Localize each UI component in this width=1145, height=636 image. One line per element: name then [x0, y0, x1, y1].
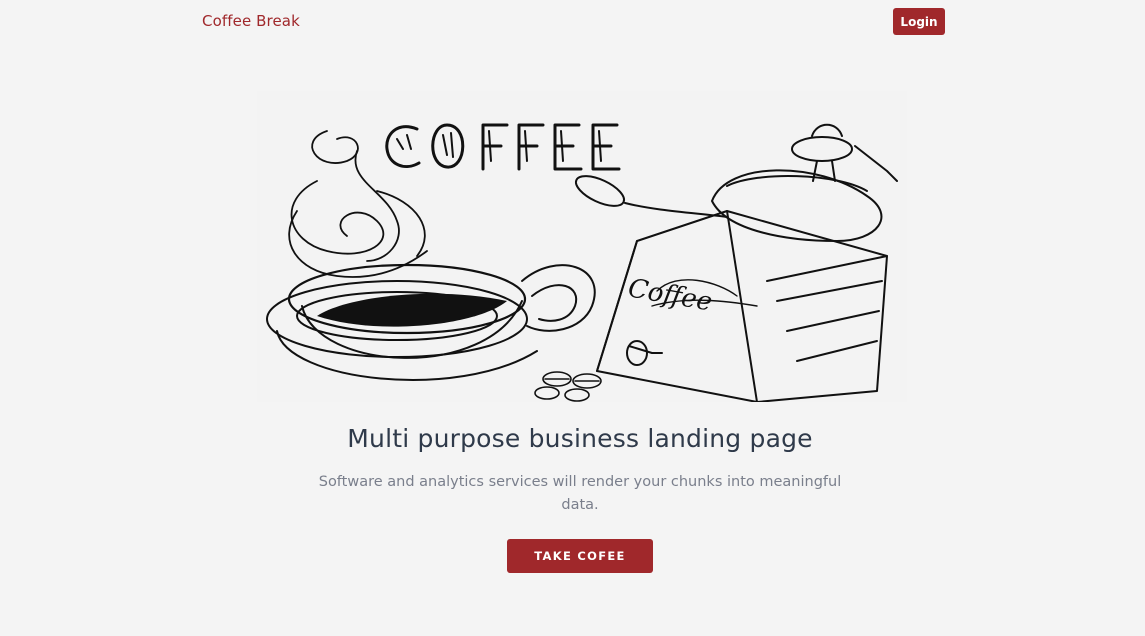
coffee-lettering	[385, 123, 621, 171]
coffee-surface	[317, 293, 507, 327]
spoon	[574, 175, 728, 218]
svg-text:Coffee: Coffee	[626, 273, 715, 317]
take-coffee-button[interactable]: TAKE COFEE	[507, 539, 653, 573]
coffee-grinder: Coffee	[596, 123, 898, 402]
coffee-illustration: Coffee	[257, 91, 907, 402]
hero-subtext: Software and analytics services will ren…	[318, 474, 842, 513]
login-button[interactable]: Login	[893, 8, 945, 35]
hero-headline: Multi purpose business landing page	[347, 424, 813, 453]
brand-link[interactable]: Coffee Break	[202, 12, 300, 30]
steam-swirls	[288, 130, 428, 278]
coffee-beans	[534, 371, 602, 402]
coffee-illustration-svg: Coffee	[266, 123, 898, 402]
navbar: Coffee Break Login	[0, 0, 1145, 44]
